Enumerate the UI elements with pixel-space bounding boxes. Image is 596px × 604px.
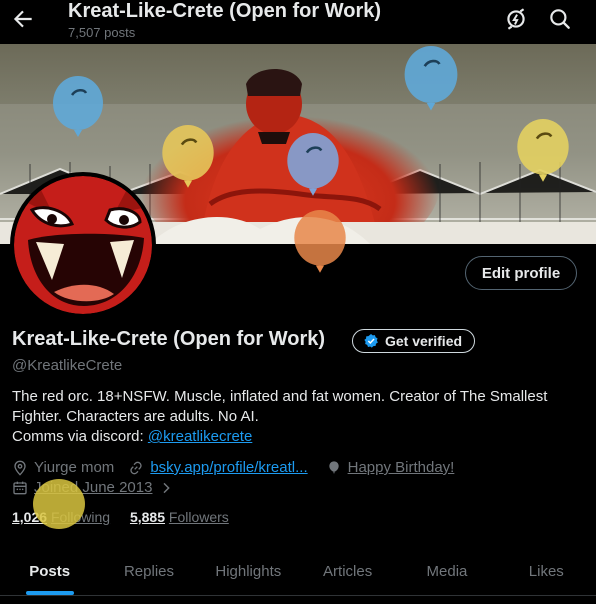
location-text: Yiurge mom xyxy=(34,459,115,476)
joined-row[interactable]: Joined June 2013 xyxy=(12,479,174,496)
post-count: 7,507 posts xyxy=(68,25,136,40)
calendar-icon xyxy=(13,481,27,494)
link-icon xyxy=(130,461,142,474)
balloon-birthday-icon xyxy=(328,460,339,474)
handle: @KreatlikeCrete xyxy=(12,357,123,374)
tab-likes[interactable]: Likes xyxy=(497,547,596,595)
display-name: Kreat-Like-Crete (Open for Work) xyxy=(12,328,326,350)
bio-text: The red orc. 18+NSFW. Muscle, inflated a… xyxy=(12,388,548,425)
bio-comms-text: Comms via discord: xyxy=(12,428,148,445)
location-icon xyxy=(14,460,26,476)
page-title: Kreat-Like-Crete (Open for Work) xyxy=(68,0,382,22)
follow-stats: 1,026 Following 5,885 Followers xyxy=(12,509,229,525)
tab-media[interactable]: Media xyxy=(397,547,496,595)
edit-profile-button[interactable]: Edit profile xyxy=(465,256,577,290)
followers-count: 5,885 xyxy=(129,509,166,525)
bolt-circle-icon[interactable] xyxy=(503,6,529,32)
tab-highlights[interactable]: Highlights xyxy=(199,547,298,595)
joined-date[interactable]: Joined June 2013 xyxy=(34,479,152,496)
tab-articles[interactable]: Articles xyxy=(298,547,397,595)
avatar[interactable] xyxy=(10,172,156,318)
following-label: Following xyxy=(50,509,111,525)
discord-mention-link[interactable]: @kreatlikecrete xyxy=(148,428,252,445)
website-link[interactable]: bsky.app/profile/kreatl... xyxy=(150,459,307,476)
verified-badge-icon xyxy=(364,334,378,348)
bio: The red orc. 18+NSFW. Muscle, inflated a… xyxy=(12,387,582,447)
search-icon[interactable] xyxy=(547,6,573,32)
get-verified-label: Get verified xyxy=(385,333,463,349)
back-arrow-icon[interactable] xyxy=(10,6,36,32)
top-bar: Kreat-Like-Crete (Open for Work) 7,507 p… xyxy=(0,0,596,44)
birthday-text[interactable]: Happy Birthday! xyxy=(348,459,455,476)
profile-tabs: Posts Replies Highlights Articles Media … xyxy=(0,547,596,596)
followers-label: Followers xyxy=(168,509,229,525)
chevron-right-icon xyxy=(163,482,171,493)
get-verified-button[interactable]: Get verified xyxy=(352,329,476,353)
profile-meta: Yiurge mom bsky.app/profile/kreatl... Ha… xyxy=(12,459,454,476)
following-link[interactable]: 1,026 Following xyxy=(12,509,110,525)
following-count: 1,026 xyxy=(12,509,48,525)
tab-replies[interactable]: Replies xyxy=(99,547,198,595)
followers-link[interactable]: 5,885 Followers xyxy=(130,509,229,525)
tab-posts[interactable]: Posts xyxy=(0,547,99,595)
